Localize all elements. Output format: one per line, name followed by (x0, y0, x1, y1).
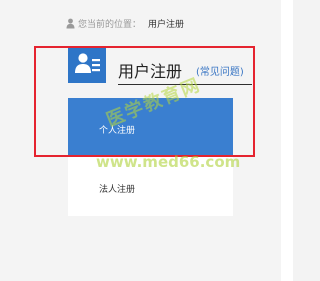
breadcrumb: 您当前的位置： 用户注册 (66, 16, 184, 30)
menu-item-personal-registration[interactable]: 个人注册 (68, 98, 233, 157)
menu-item-label: 法人注册 (99, 185, 136, 195)
user-icon (66, 18, 75, 29)
user-card-icon (68, 46, 106, 83)
registration-menu: 个人注册 法人注册 (68, 98, 233, 216)
page-title: 用户注册 (118, 62, 183, 81)
menu-item-legal-entity-registration[interactable]: 法人注册 (68, 157, 233, 216)
title-divider (118, 84, 252, 85)
menu-item-label: 个人注册 (99, 126, 136, 136)
breadcrumb-label: 您当前的位置： (78, 19, 142, 30)
page-edge (281, 0, 293, 281)
breadcrumb-current[interactable]: 用户注册 (148, 17, 184, 30)
faq-link[interactable]: (常见问题) (196, 66, 244, 80)
